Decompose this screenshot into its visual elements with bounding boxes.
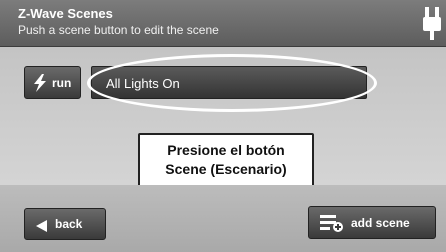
scene-name-label: All Lights On [106, 76, 180, 91]
run-scene-button[interactable]: run [24, 66, 81, 99]
callout-box: Presione el botón Scene (Escenario) [138, 133, 314, 187]
left-arrow-icon [36, 219, 48, 237]
add-scene-button[interactable]: add scene [308, 206, 436, 239]
z-wave-scenes-screen: Z-Wave Scenes Push a scene button to edi… [0, 0, 446, 252]
add-scene-icon [320, 214, 344, 237]
callout-line-2: Scene (Escenario) [165, 161, 287, 177]
page-title: Z-Wave Scenes [18, 6, 113, 21]
run-button-label: run [52, 76, 72, 90]
back-button-label: back [55, 217, 83, 231]
lightning-bolt-icon [32, 74, 48, 97]
header-bar: Z-Wave Scenes Push a scene button to edi… [0, 0, 446, 47]
page-subtitle: Push a scene button to edit the scene [18, 23, 219, 37]
callout-line-1: Presione el botón [167, 142, 285, 158]
plug-icon [422, 5, 442, 41]
add-scene-button-label: add scene [351, 216, 410, 230]
back-button[interactable]: back [24, 208, 106, 240]
scene-button[interactable]: All Lights On [91, 66, 367, 99]
footer-bar: back add scene [0, 185, 446, 252]
